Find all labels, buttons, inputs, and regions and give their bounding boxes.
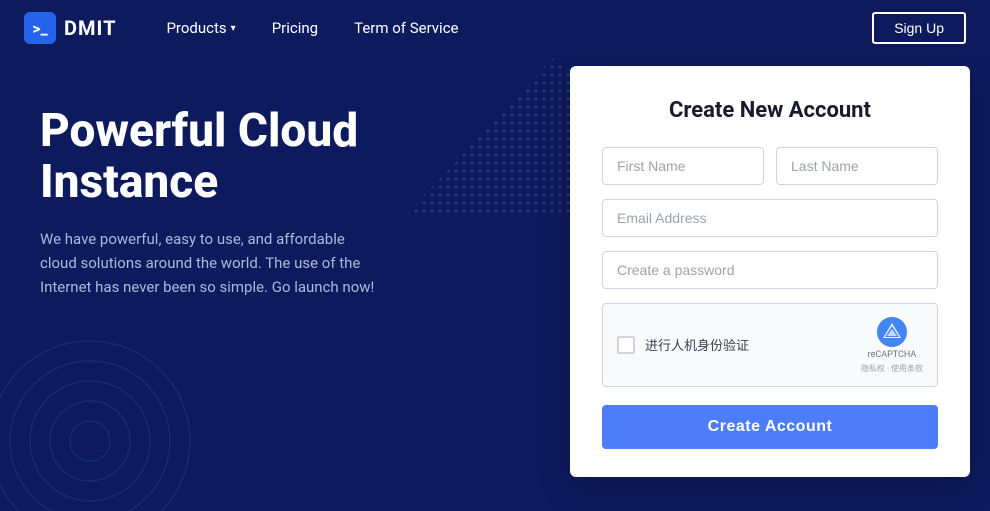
logo[interactable]: >_ DMIT	[24, 12, 116, 44]
form-title: Create New Account	[602, 98, 938, 123]
logo-icon: >_	[24, 12, 56, 44]
hero-section: Powerful Cloud Instance We have powerful…	[0, 56, 990, 511]
captcha-left: 进行人机身份验证	[617, 335, 749, 354]
captcha-label: 进行人机身份验证	[645, 335, 749, 354]
captcha-checkbox[interactable]	[617, 336, 635, 354]
create-account-button[interactable]: Create Account	[602, 405, 938, 449]
recaptcha-label: reCAPTCHA	[868, 350, 917, 361]
registration-form-card: Create New Account 进行人机身份验证	[570, 66, 970, 477]
recaptcha-links: 隐私权 · 使用条款	[861, 363, 923, 374]
email-input[interactable]	[602, 199, 938, 237]
nav-products[interactable]: Products ▾	[148, 0, 253, 56]
name-row	[602, 147, 938, 185]
recaptcha-logo-icon	[876, 316, 908, 348]
circles-decoration	[0, 331, 200, 511]
captcha-box[interactable]: 进行人机身份验证 reCAPTCHA 隐私权 · 使用条款	[602, 303, 938, 387]
last-name-input[interactable]	[776, 147, 938, 185]
captcha-right: reCAPTCHA 隐私权 · 使用条款	[861, 316, 923, 374]
first-name-input[interactable]	[602, 147, 764, 185]
hero-content: Powerful Cloud Instance We have powerful…	[40, 106, 440, 299]
logo-text: DMIT	[64, 16, 116, 40]
nav-links: Products ▾ Pricing Term of Service	[148, 0, 510, 56]
password-input[interactable]	[602, 251, 938, 289]
hero-description: We have powerful, easy to use, and affor…	[40, 227, 380, 299]
nav-tos[interactable]: Term of Service	[336, 0, 476, 56]
navbar: >_ DMIT Products ▾ Pricing Term of Servi…	[0, 0, 990, 56]
hero-title: Powerful Cloud Instance	[40, 106, 440, 207]
chevron-down-icon: ▾	[231, 23, 236, 34]
signup-button[interactable]: Sign Up	[872, 12, 966, 44]
nav-pricing[interactable]: Pricing	[254, 0, 336, 56]
password-row	[602, 251, 938, 289]
email-row	[602, 199, 938, 237]
